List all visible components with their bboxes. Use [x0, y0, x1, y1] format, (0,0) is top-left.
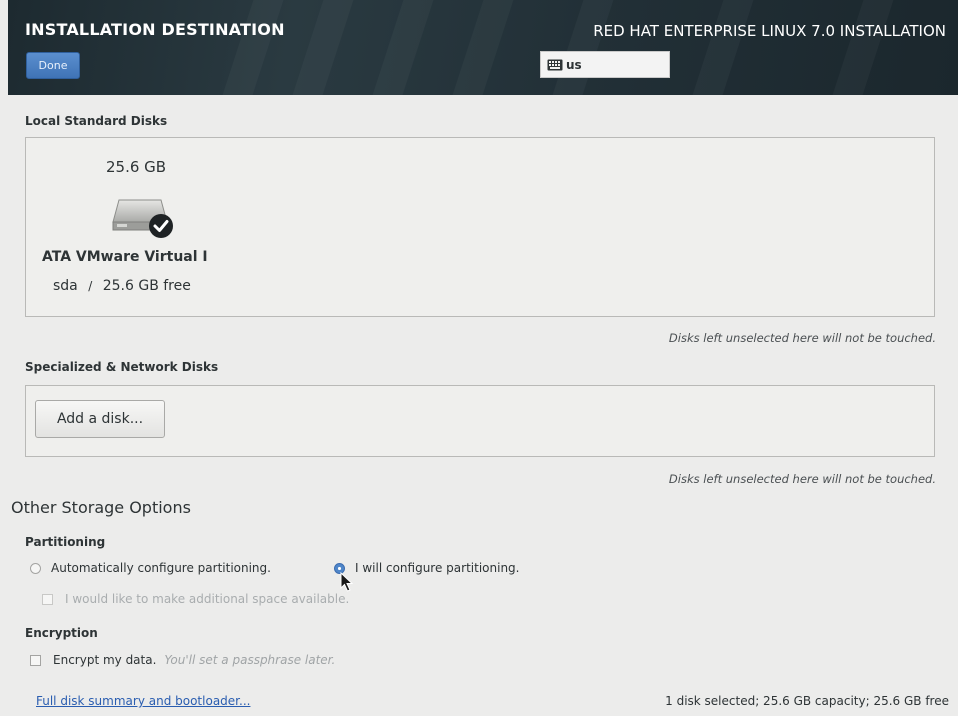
- encrypt-label: Encrypt my data.: [53, 653, 157, 667]
- encrypt-hint: You'll set a passphrase later.: [164, 653, 336, 667]
- manual-partition-option[interactable]: I will configure partitioning.: [334, 561, 519, 575]
- header-bar: INSTALLATION DESTINATION Done RED HAT EN…: [8, 0, 958, 95]
- mouse-pointer-icon: [340, 572, 354, 592]
- checkmark-icon: [149, 214, 173, 238]
- network-disks-note: Disks left unselected here will not be t…: [668, 472, 936, 486]
- additional-space-checkbox: [42, 593, 53, 605]
- network-disks-label: Specialized & Network Disks: [25, 360, 219, 374]
- disk-device: sda: [53, 278, 78, 294]
- keyboard-layout-selector[interactable]: us: [540, 51, 670, 78]
- encryption-label: Encryption: [25, 626, 98, 640]
- auto-partition-radio[interactable]: [30, 562, 41, 574]
- disk-details: sda / 25.6 GB free: [53, 278, 191, 294]
- hard-disk-icon: [112, 199, 173, 238]
- partitioning-label: Partitioning: [25, 535, 106, 549]
- auto-partition-option[interactable]: Automatically configure partitioning.: [30, 561, 271, 575]
- keyboard-layout-label: us: [566, 57, 582, 72]
- add-disk-button[interactable]: Add a disk...: [35, 400, 165, 438]
- auto-partition-label: Automatically configure partitioning.: [51, 561, 271, 575]
- encrypt-option[interactable]: Encrypt my data. You'll set a passphrase…: [30, 653, 335, 667]
- network-disks-panel: Add a disk...: [25, 385, 935, 457]
- disk-free-space: 25.6 GB free: [102, 278, 191, 294]
- other-storage-title: Other Storage Options: [11, 498, 191, 517]
- disk-name: ATA VMware Virtual I: [42, 249, 208, 265]
- encrypt-checkbox[interactable]: [30, 654, 41, 666]
- manual-partition-label: I will configure partitioning.: [355, 561, 520, 575]
- additional-space-label: I would like to make additional space av…: [65, 592, 350, 606]
- page-title: INSTALLATION DESTINATION: [25, 20, 285, 39]
- selection-summary: 1 disk selected; 25.6 GB capacity; 25.6 …: [665, 694, 949, 708]
- disk-size: 25.6 GB: [106, 158, 167, 176]
- local-disks-panel: 25.6 GB ATA VMware Virtual I sda / 25.6 …: [25, 137, 935, 317]
- additional-space-option: I would like to make additional space av…: [42, 592, 349, 606]
- local-disks-label: Local Standard Disks: [25, 114, 168, 128]
- disk-tile-sda[interactable]: 25.6 GB ATA VMware Virtual I sda / 25.6 …: [26, 138, 266, 316]
- local-disks-note: Disks left unselected here will not be t…: [668, 331, 936, 345]
- keyboard-icon: [547, 59, 563, 70]
- product-title: RED HAT ENTERPRISE LINUX 7.0 INSTALLATIO…: [593, 22, 946, 40]
- disk-separator: /: [88, 279, 93, 293]
- done-button[interactable]: Done: [26, 52, 80, 79]
- full-disk-summary-link[interactable]: Full disk summary and bootloader...: [36, 694, 250, 708]
